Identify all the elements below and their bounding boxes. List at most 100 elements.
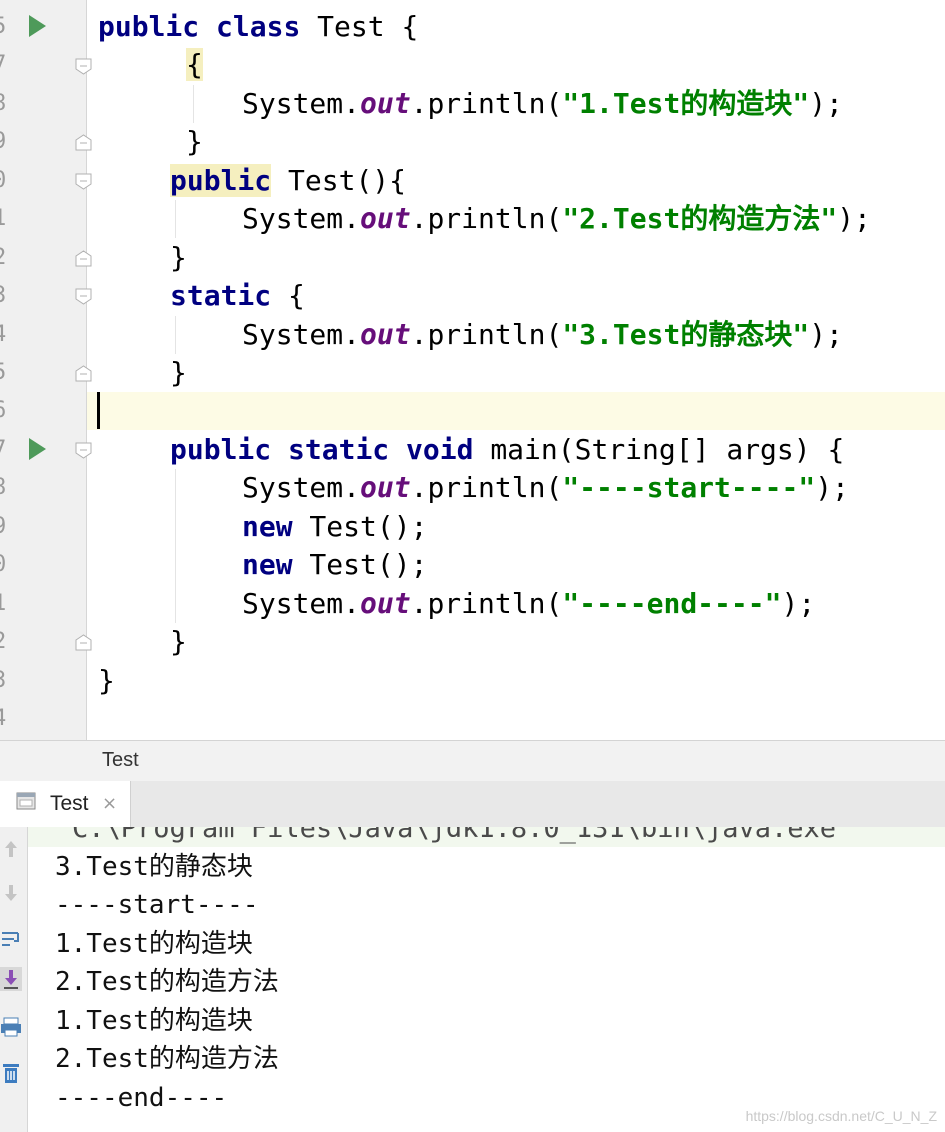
static-field: out (360, 87, 411, 120)
line-number: 3 (0, 277, 13, 315)
line-number: 0 (0, 162, 13, 200)
run-main-icon[interactable] (29, 438, 46, 460)
close-icon[interactable]: × (102, 793, 117, 814)
line-number: 9 (0, 123, 13, 161)
static-field: out (360, 318, 411, 351)
command-text: C:\Program Files\Java\jdk1.8.0_131\bin\j… (72, 827, 837, 844)
code-text: } (170, 625, 187, 658)
string-literal: "2.Test的构造方法" (562, 202, 838, 235)
run-toolbar (0, 827, 28, 1132)
keyword: public (98, 10, 200, 43)
output-line: 2.Test的构造方法 (55, 1044, 279, 1074)
line-number: 8 (0, 85, 13, 123)
code-text: Test(); (292, 548, 428, 581)
fold-open-icon[interactable] (75, 173, 92, 190)
keyword: void (406, 433, 474, 466)
line-number: 1 (0, 200, 13, 238)
output-line: 1.Test的构造块 (55, 929, 253, 959)
code-text: .println( (410, 202, 563, 235)
code-line[interactable]: System.out.println("----start----"); (242, 469, 849, 507)
code-line[interactable]: { (186, 46, 203, 84)
keyword: static (170, 279, 272, 312)
fold-close-icon[interactable] (75, 134, 92, 151)
matched-brace: { (186, 48, 203, 81)
keyword: new (242, 548, 293, 581)
code-editor[interactable]: 5 7 8 9 0 1 2 3 4 5 6 7 8 9 0 1 2 3 4 pu… (0, 0, 945, 740)
code-text: .println( (410, 318, 563, 351)
code-text: main(String[] args) { (473, 433, 845, 466)
soft-wrap-icon[interactable] (0, 927, 22, 951)
fold-close-icon[interactable] (75, 250, 92, 267)
keyword: public (170, 433, 272, 466)
code-line[interactable]: } (186, 123, 203, 161)
code-line[interactable]: static { (170, 277, 305, 315)
scroll-to-end-icon[interactable] (0, 967, 22, 991)
code-line[interactable]: } (170, 623, 187, 661)
keyword: static (288, 433, 390, 466)
line-number: 6 (0, 392, 13, 430)
code-text: System. (242, 471, 361, 504)
code-text: .println( (410, 87, 563, 120)
indent-guide (175, 469, 176, 623)
fold-open-icon[interactable] (75, 58, 92, 75)
output-line: ----end---- (55, 1083, 228, 1113)
output-line: 2.Test的构造方法 (55, 967, 279, 997)
code-text: .println( (410, 471, 563, 504)
line-number: 5 (0, 8, 13, 46)
fold-open-icon[interactable] (75, 288, 92, 305)
code-line[interactable]: System.out.println("1.Test的构造块"); (242, 85, 843, 123)
code-line[interactable]: System.out.println("----end----"); (242, 585, 815, 623)
current-line-highlight (87, 392, 945, 430)
line-number: 7 (0, 431, 13, 469)
string-literal: "----end----" (562, 587, 782, 620)
indent-guide (175, 200, 176, 238)
down-arrow-icon[interactable] (0, 881, 22, 905)
string-literal: "3.Test的静态块" (562, 318, 810, 351)
code-text: System. (242, 87, 361, 120)
breadcrumb-item[interactable]: Test (102, 749, 139, 772)
code-text: ); (837, 202, 871, 235)
up-arrow-icon[interactable] (0, 837, 22, 861)
indent-guide (193, 85, 194, 123)
static-field: out (360, 471, 411, 504)
string-literal: "----start----" (562, 471, 816, 504)
keyword: new (242, 510, 293, 543)
static-field: out (360, 202, 411, 235)
code-line[interactable]: public static void main(String[] args) { (170, 431, 844, 469)
run-class-icon[interactable] (29, 15, 46, 37)
print-icon[interactable] (0, 1015, 22, 1039)
code-line[interactable]: public Test(){ (170, 162, 406, 200)
run-tab-label: Test (50, 792, 89, 815)
fold-close-icon[interactable] (75, 365, 92, 382)
code-line[interactable]: } (170, 239, 187, 277)
output-line: 3.Test的静态块 (55, 852, 253, 882)
static-field: out (360, 587, 411, 620)
indent-guide (175, 316, 176, 354)
code-line[interactable]: System.out.println("2.Test的构造方法"); (242, 200, 871, 238)
code-text: System. (242, 202, 361, 235)
code-text: { (271, 279, 305, 312)
line-number: 5 (0, 354, 13, 392)
trash-icon[interactable] (0, 1061, 22, 1085)
command-line: C:\Program Files\Java\jdk1.8.0_131\bin\j… (28, 827, 945, 847)
code-line[interactable]: } (170, 354, 187, 392)
code-text: Test(){ (271, 164, 407, 197)
code-line[interactable]: new Test(); (242, 546, 427, 584)
run-tab[interactable]: Test × (0, 781, 131, 827)
code-text: ); (809, 87, 843, 120)
console-output[interactable]: C:\Program Files\Java\jdk1.8.0_131\bin\j… (28, 827, 945, 1132)
line-number: 0 (0, 546, 13, 584)
editor-gutter[interactable]: 5 7 8 9 0 1 2 3 4 5 6 7 8 9 0 1 2 3 4 (0, 0, 92, 740)
code-line[interactable]: System.out.println("3.Test的静态块"); (242, 316, 843, 354)
breadcrumb: Test (0, 740, 945, 782)
keyword: public (170, 164, 272, 197)
code-line[interactable]: } (98, 662, 115, 700)
code-line[interactable]: new Test(); (242, 508, 427, 546)
line-number: 4 (0, 316, 13, 354)
code-text: } (170, 356, 187, 389)
line-number: 4 (0, 700, 13, 738)
code-line[interactable]: public class Test { (98, 8, 418, 46)
fold-close-icon[interactable] (75, 634, 92, 651)
code-text: ); (815, 471, 849, 504)
fold-open-icon[interactable] (75, 442, 92, 459)
